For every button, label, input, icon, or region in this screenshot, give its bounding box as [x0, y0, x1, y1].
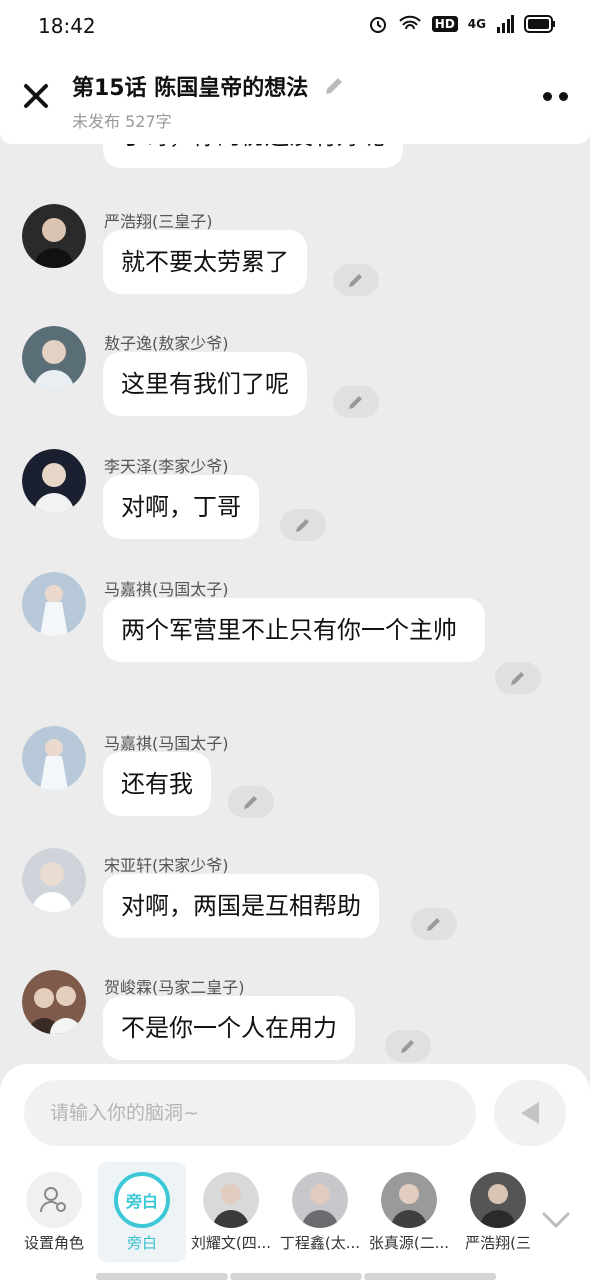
message-bubble[interactable]: 不是你一个人在用力 [103, 996, 355, 1060]
chapter-subtitle: 未发布 527字 [72, 112, 172, 131]
pencil-icon [427, 918, 440, 931]
pencil-icon [349, 274, 362, 287]
narrator-badge: 旁白 [114, 1172, 170, 1228]
pencil-icon [511, 672, 524, 685]
signal-icon [497, 15, 514, 33]
edit-message-button[interactable] [228, 786, 274, 818]
role-item[interactable]: 张真源(二... [365, 1162, 453, 1262]
edit-message-button[interactable] [385, 1030, 431, 1062]
speaker-name: 李天泽(李家少爷) [104, 457, 229, 476]
avatar[interactable] [22, 449, 86, 513]
send-icon [521, 1102, 539, 1124]
role-label: 设置角色 [23, 1234, 84, 1252]
battery-icon [524, 15, 555, 33]
role-label: 丁程鑫(太... [279, 1234, 361, 1252]
speaker-name: 宋亚轩(宋家少爷) [104, 856, 229, 875]
edit-message-button[interactable] [333, 264, 379, 296]
role-item[interactable]: 严浩翔(三 [454, 1162, 542, 1262]
role-selector: 设置角色 旁白 旁白 刘耀文(四... 丁程鑫(太... 张真源(二... 严浩… [0, 1162, 590, 1262]
avatar[interactable] [22, 970, 86, 1034]
role-label: 张真源(二... [368, 1234, 450, 1252]
avatar[interactable] [22, 726, 86, 790]
network-label: 4G [467, 17, 486, 31]
edit-title-icon[interactable] [322, 74, 346, 98]
pencil-icon [349, 396, 362, 409]
role-item[interactable]: 丁程鑫(太... [276, 1162, 364, 1262]
edit-message-button[interactable] [280, 509, 326, 541]
role-label: 严浩翔(三 [465, 1234, 531, 1252]
alarm-icon [369, 17, 386, 33]
avatar[interactable] [22, 326, 86, 390]
composer-panel: 设置角色 旁白 旁白 刘耀文(四... 丁程鑫(太... 张真源(二... 严浩… [0, 1064, 590, 1280]
chapter-header: 第15话 陈国皇帝的想法 未发布 527字 [0, 52, 590, 144]
role-item[interactable]: 刘耀文(四... [187, 1162, 275, 1262]
role-label: 刘耀文(四... [190, 1234, 272, 1252]
person-settings-icon [26, 1172, 82, 1228]
scroll-indicator [96, 1273, 496, 1280]
pencil-icon [244, 796, 257, 809]
speaker-name: 敖子逸(敖家少爷) [104, 334, 229, 353]
avatar [203, 1172, 259, 1228]
message-bubble[interactable]: 两个军营里不止只有你一个主帅 [103, 598, 485, 662]
pencil-icon [296, 519, 309, 532]
avatar[interactable] [22, 572, 86, 636]
more-menu-button[interactable] [543, 92, 568, 101]
avatar[interactable] [22, 848, 86, 912]
chat-list[interactable]: 丁哥，你的伤还没有好呢 严浩翔(三皇子) 就不要太劳累了 敖子逸(敖家少爷) 这… [0, 144, 590, 1064]
hd-badge: HD [431, 16, 458, 32]
message-bubble[interactable]: 这里有我们了呢 [103, 352, 307, 416]
speaker-name: 贺峻霖(马家二皇子) [104, 978, 245, 997]
message-input[interactable] [24, 1080, 476, 1146]
pencil-icon [401, 1040, 414, 1053]
edit-message-button[interactable] [495, 662, 541, 694]
message-bubble[interactable]: 就不要太劳累了 [103, 230, 307, 294]
message-bubble[interactable]: 丁哥，你的伤还没有好呢 [103, 144, 403, 168]
role-label: 旁白 [126, 1234, 157, 1252]
avatar [292, 1172, 348, 1228]
avatar[interactable] [22, 204, 86, 268]
message-bubble[interactable]: 对啊，两国是互相帮助 [103, 874, 379, 938]
role-narrator[interactable]: 旁白 旁白 [98, 1162, 186, 1262]
message-bubble[interactable]: 对啊，丁哥 [103, 475, 259, 539]
close-icon[interactable] [22, 82, 50, 110]
wifi-icon [399, 15, 421, 30]
speaker-name: 马嘉祺(马国太子) [104, 580, 229, 599]
set-role-button[interactable]: 设置角色 [10, 1162, 98, 1262]
edit-message-button[interactable] [411, 908, 457, 940]
status-bar: 18:42 HD 4G [0, 0, 590, 52]
speaker-name: 严浩翔(三皇子) [104, 212, 213, 231]
speaker-name: 马嘉祺(马国太子) [104, 734, 229, 753]
avatar [470, 1172, 526, 1228]
avatar [381, 1172, 437, 1228]
status-time: 18:42 [38, 14, 96, 38]
message-bubble[interactable]: 还有我 [103, 752, 211, 816]
chapter-title[interactable]: 第15话 陈国皇帝的想法 [72, 70, 308, 102]
edit-message-button[interactable] [333, 386, 379, 418]
chevron-down-icon[interactable] [540, 1210, 572, 1230]
send-button[interactable] [494, 1080, 566, 1146]
